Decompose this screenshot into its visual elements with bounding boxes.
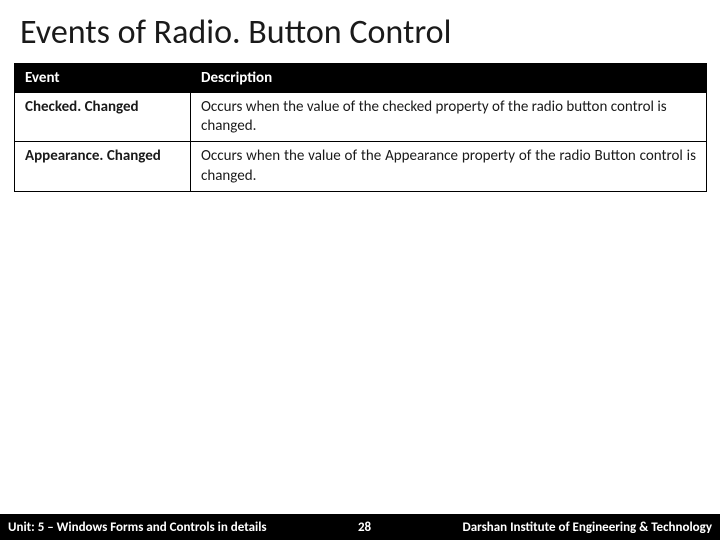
event-description: Occurs when the value of the checked pro… [191,93,707,142]
table-row: Checked. Changed Occurs when the value o… [15,93,707,142]
slide: Events of Radio. Button Control Event De… [0,0,720,540]
event-description: Occurs when the value of the Appearance … [191,142,707,191]
col-header-description: Description [191,64,707,93]
events-table: Event Description Checked. Changed Occur… [14,63,707,192]
col-header-event: Event [15,64,191,93]
event-name: Checked. Changed [15,93,191,142]
slide-title: Events of Radio. Button Control [0,0,720,63]
footer-bar: Unit: 5 – Windows Forms and Controls in … [0,514,720,540]
event-name: Appearance. Changed [15,142,191,191]
table-row: Appearance. Changed Occurs when the valu… [15,142,707,191]
footer-unit: Unit: 5 – Windows Forms and Controls in … [0,520,267,535]
footer-page-number: 28 [267,520,463,535]
table-header-row: Event Description [15,64,707,93]
footer-org: Darshan Institute of Engineering & Techn… [463,520,720,535]
